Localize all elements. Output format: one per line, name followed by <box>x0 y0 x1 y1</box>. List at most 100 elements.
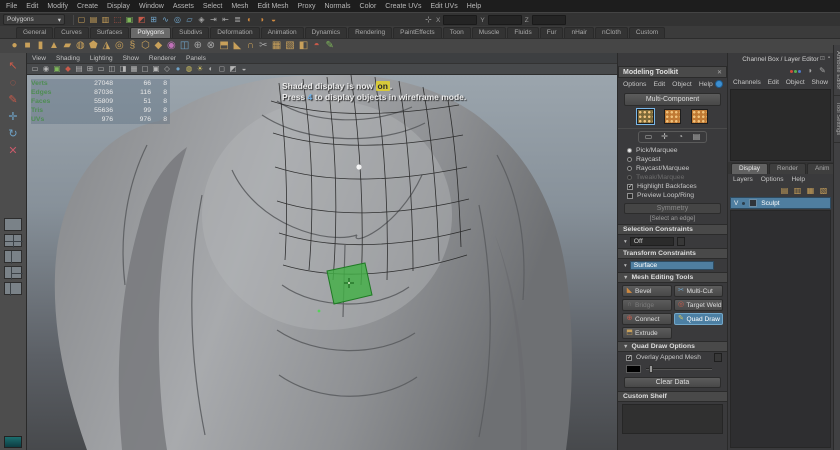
z-coordinate-field[interactable] <box>531 15 566 25</box>
mirror-icon[interactable]: ◫ <box>180 41 189 51</box>
select-by-component-icon[interactable]: ◩ <box>137 15 146 25</box>
layer-move-down-icon[interactable]: ▥ <box>793 186 802 196</box>
perspective-view-thumbnail-icon[interactable] <box>4 436 22 448</box>
poly-cylinder-icon[interactable]: ▮ <box>36 41 45 51</box>
new-empty-layer-icon[interactable]: ▦ <box>806 186 815 196</box>
layout-four-pane-button[interactable] <box>4 234 23 248</box>
menu-create[interactable]: Create <box>77 3 98 10</box>
image-plane-icon[interactable]: ▤ <box>75 64 83 74</box>
viewport-menu-shading[interactable]: Shading <box>56 55 80 62</box>
quad-draw-options-header[interactable]: ▼ Quad Draw Options <box>618 341 727 352</box>
cb-menu-edit[interactable]: Edit <box>768 79 779 86</box>
wireframe-icon[interactable]: ◇ <box>163 64 171 74</box>
scale-tool-icon[interactable]: ✕ <box>8 146 17 157</box>
shelf-tab-general[interactable]: General <box>16 27 54 38</box>
color-swatch[interactable] <box>626 364 641 373</box>
attribute-editor-vertical-tab[interactable]: Attribute Editor <box>834 45 840 97</box>
transform-constraint-dropdown[interactable]: Surface <box>629 261 714 270</box>
textured-icon[interactable]: ◍ <box>185 64 193 74</box>
face-mode-icon[interactable] <box>691 109 708 124</box>
shelf-tab-polygons[interactable]: Polygons <box>130 27 172 38</box>
render-frame-icon[interactable]: ◐ <box>245 15 254 25</box>
shelf-tab-rendering[interactable]: Rendering <box>348 27 393 38</box>
multi-cut-button[interactable]: ✂ Multi-Cut <box>673 285 723 297</box>
menu-edit[interactable]: Edit <box>26 3 38 10</box>
append-polygon-icon[interactable]: ◧ <box>299 41 308 51</box>
toolkit-pin-icon[interactable] <box>715 80 723 88</box>
menu-file[interactable]: File <box>6 3 17 10</box>
poly-soccer-ball-icon[interactable]: ⬡ <box>141 41 150 51</box>
cb-menu-object[interactable]: Object <box>786 79 805 86</box>
select-by-hierarchy-icon[interactable]: ⬚ <box>113 15 122 25</box>
selection-constraints-header[interactable]: Selection Constraints <box>618 224 727 235</box>
constraint-spinner[interactable] <box>676 237 685 246</box>
multi-component-button[interactable]: Multi-Component <box>624 93 721 106</box>
shelf-tab-muscle[interactable]: Muscle <box>471 27 507 38</box>
camera-based-select-icon[interactable]: ◔ <box>676 132 685 142</box>
mtk-menu-object[interactable]: Object <box>672 81 692 88</box>
view-grid-icon[interactable]: ⊞ <box>86 64 94 74</box>
select-by-object-icon[interactable]: ▣ <box>125 15 134 25</box>
shelf-tab-deformation[interactable]: Deformation <box>210 27 260 38</box>
shelf-tab-custom[interactable]: Custom <box>628 27 666 38</box>
layout-hypershade-button[interactable] <box>4 282 22 296</box>
menu-window[interactable]: Window <box>139 3 164 10</box>
rotate-tool-icon[interactable]: ↻ <box>8 129 17 140</box>
make-live-icon[interactable]: ◈ <box>197 15 206 25</box>
dock-icon[interactable]: ⊡ <box>820 55 825 62</box>
paint-select-tool-icon[interactable]: ✎ <box>8 95 17 106</box>
menu-assets[interactable]: Assets <box>173 3 194 10</box>
poly-pipe-icon[interactable]: ◎ <box>115 41 124 51</box>
shelf-tab-fur[interactable]: Fur <box>539 27 564 38</box>
viewport-menu-lighting[interactable]: Lighting <box>90 55 113 62</box>
layer-menu-help[interactable]: Help <box>792 176 806 183</box>
new-layer-from-selected-icon[interactable]: ▧ <box>819 186 828 196</box>
poly-sphere-icon[interactable]: ● <box>10 41 19 51</box>
menu-create-uvs[interactable]: Create UVs <box>385 3 421 10</box>
lights-icon[interactable]: ☀ <box>196 64 204 74</box>
poly-prism-icon[interactable]: ⬟ <box>89 41 98 51</box>
menu-proxy[interactable]: Proxy <box>298 3 316 10</box>
resolution-gate-icon[interactable]: ◫ <box>108 64 116 74</box>
edge-mode-icon[interactable] <box>664 109 681 124</box>
custom-shelf-header[interactable]: Custom Shelf <box>618 391 727 402</box>
menu-display[interactable]: Display <box>107 3 130 10</box>
open-scene-icon[interactable]: ▤ <box>89 15 98 25</box>
selection-constraint-dropdown[interactable]: Off <box>629 237 674 246</box>
bridge-icon[interactable]: ∩ <box>246 41 255 51</box>
viewport-menu-renderer[interactable]: Renderer <box>149 55 176 62</box>
menu-edit-uvs[interactable]: Edit UVs <box>430 3 457 10</box>
poly-cone-icon[interactable]: ▲ <box>49 41 59 51</box>
shadows-icon[interactable]: ◐ <box>207 64 215 74</box>
checkbox-highlight-backfaces[interactable]: ✓ Highlight Backfaces <box>618 182 727 191</box>
radio-pick-marquee[interactable]: Pick/Marquee <box>618 146 727 155</box>
input-connections-icon[interactable]: ⇥ <box>209 15 218 25</box>
clear-data-button[interactable]: Clear Data <box>624 377 721 388</box>
layer-tab-render[interactable]: Render <box>768 163 806 174</box>
selection-mask-dropdown[interactable]: Polygons ▾ <box>3 14 65 25</box>
menu-mesh[interactable]: Mesh <box>231 3 248 10</box>
construction-history-icon[interactable]: ≣ <box>233 15 242 25</box>
radio-raycast[interactable]: Raycast <box>618 155 727 164</box>
vertex-mode-icon[interactable] <box>636 108 655 125</box>
shelf-tab-dynamics[interactable]: Dynamics <box>304 27 348 38</box>
snap-to-plane-icon[interactable]: ▱ <box>185 15 194 25</box>
lock-camera-icon[interactable]: ◉ <box>42 64 50 74</box>
exposure-icon[interactable]: ◒ <box>240 64 248 74</box>
layer-color-swatch[interactable] <box>749 199 758 207</box>
select-camera-icon[interactable]: ▭ <box>31 64 39 74</box>
film-gate-icon[interactable]: ▭ <box>97 64 105 74</box>
sculpt-geometry-icon[interactable]: ◓ <box>312 41 321 51</box>
target-weld-button[interactable]: ◎ Target Weld <box>673 299 723 311</box>
snap-to-grid-icon[interactable]: ⊞ <box>149 15 158 25</box>
poly-pyramid-icon[interactable]: ◮ <box>102 41 111 51</box>
shelf-tab-painteffects[interactable]: PaintEffects <box>393 27 442 38</box>
cb-menu-show[interactable]: Show <box>812 79 829 86</box>
extrude-button[interactable]: ⬒ Extrude <box>622 327 672 339</box>
poly-plane-icon[interactable]: ▰ <box>63 41 72 51</box>
layer-menu-options[interactable]: Options <box>761 176 784 183</box>
bookmark-icon[interactable]: ◆ <box>64 64 72 74</box>
absolute-transform-icon[interactable]: ⊹ <box>424 15 433 25</box>
bevel-icon[interactable]: ◣ <box>233 41 242 51</box>
layer-menu-layers[interactable]: Layers <box>733 176 753 183</box>
